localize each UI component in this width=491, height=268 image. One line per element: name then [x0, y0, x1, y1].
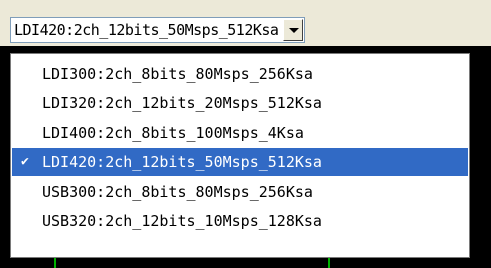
- list-item-label: LDI420:2ch_12bits_50Msps_512Ksa: [42, 153, 322, 171]
- list-item[interactable]: LDI300:2ch_8bits_80Msps_256Ksa: [12, 60, 468, 88]
- dropdown-button[interactable]: [283, 19, 303, 41]
- chevron-down-icon: [289, 28, 299, 33]
- list-item-selected[interactable]: ✔ LDI420:2ch_12bits_50Msps_512Ksa: [12, 148, 468, 176]
- device-dropdown-list[interactable]: LDI300:2ch_8bits_80Msps_256Ksa LDI320:2c…: [10, 53, 470, 258]
- list-item-label: USB300:2ch_8bits_80Msps_256Ksa: [42, 183, 313, 201]
- list-item[interactable]: LDI400:2ch_8bits_100Msps_4Ksa: [12, 119, 468, 147]
- list-item[interactable]: USB300:2ch_8bits_80Msps_256Ksa: [12, 178, 468, 206]
- list-item-label: LDI320:2ch_12bits_20Msps_512Ksa: [42, 94, 322, 112]
- list-item[interactable]: LDI320:2ch_12bits_20Msps_512Ksa: [12, 89, 468, 117]
- device-select-combobox[interactable]: LDI420:2ch_12bits_50Msps_512Ksa: [10, 17, 305, 43]
- list-item-label: LDI300:2ch_8bits_80Msps_256Ksa: [42, 65, 313, 83]
- list-item[interactable]: USB320:2ch_12bits_10Msps_128Ksa: [12, 207, 468, 235]
- checkmark-icon: ✔: [21, 154, 29, 169]
- combo-selected-value: LDI420:2ch_12bits_50Msps_512Ksa: [14, 21, 279, 39]
- list-item-label: USB320:2ch_12bits_10Msps_128Ksa: [42, 212, 322, 230]
- list-item-label: LDI400:2ch_8bits_100Msps_4Ksa: [42, 124, 304, 142]
